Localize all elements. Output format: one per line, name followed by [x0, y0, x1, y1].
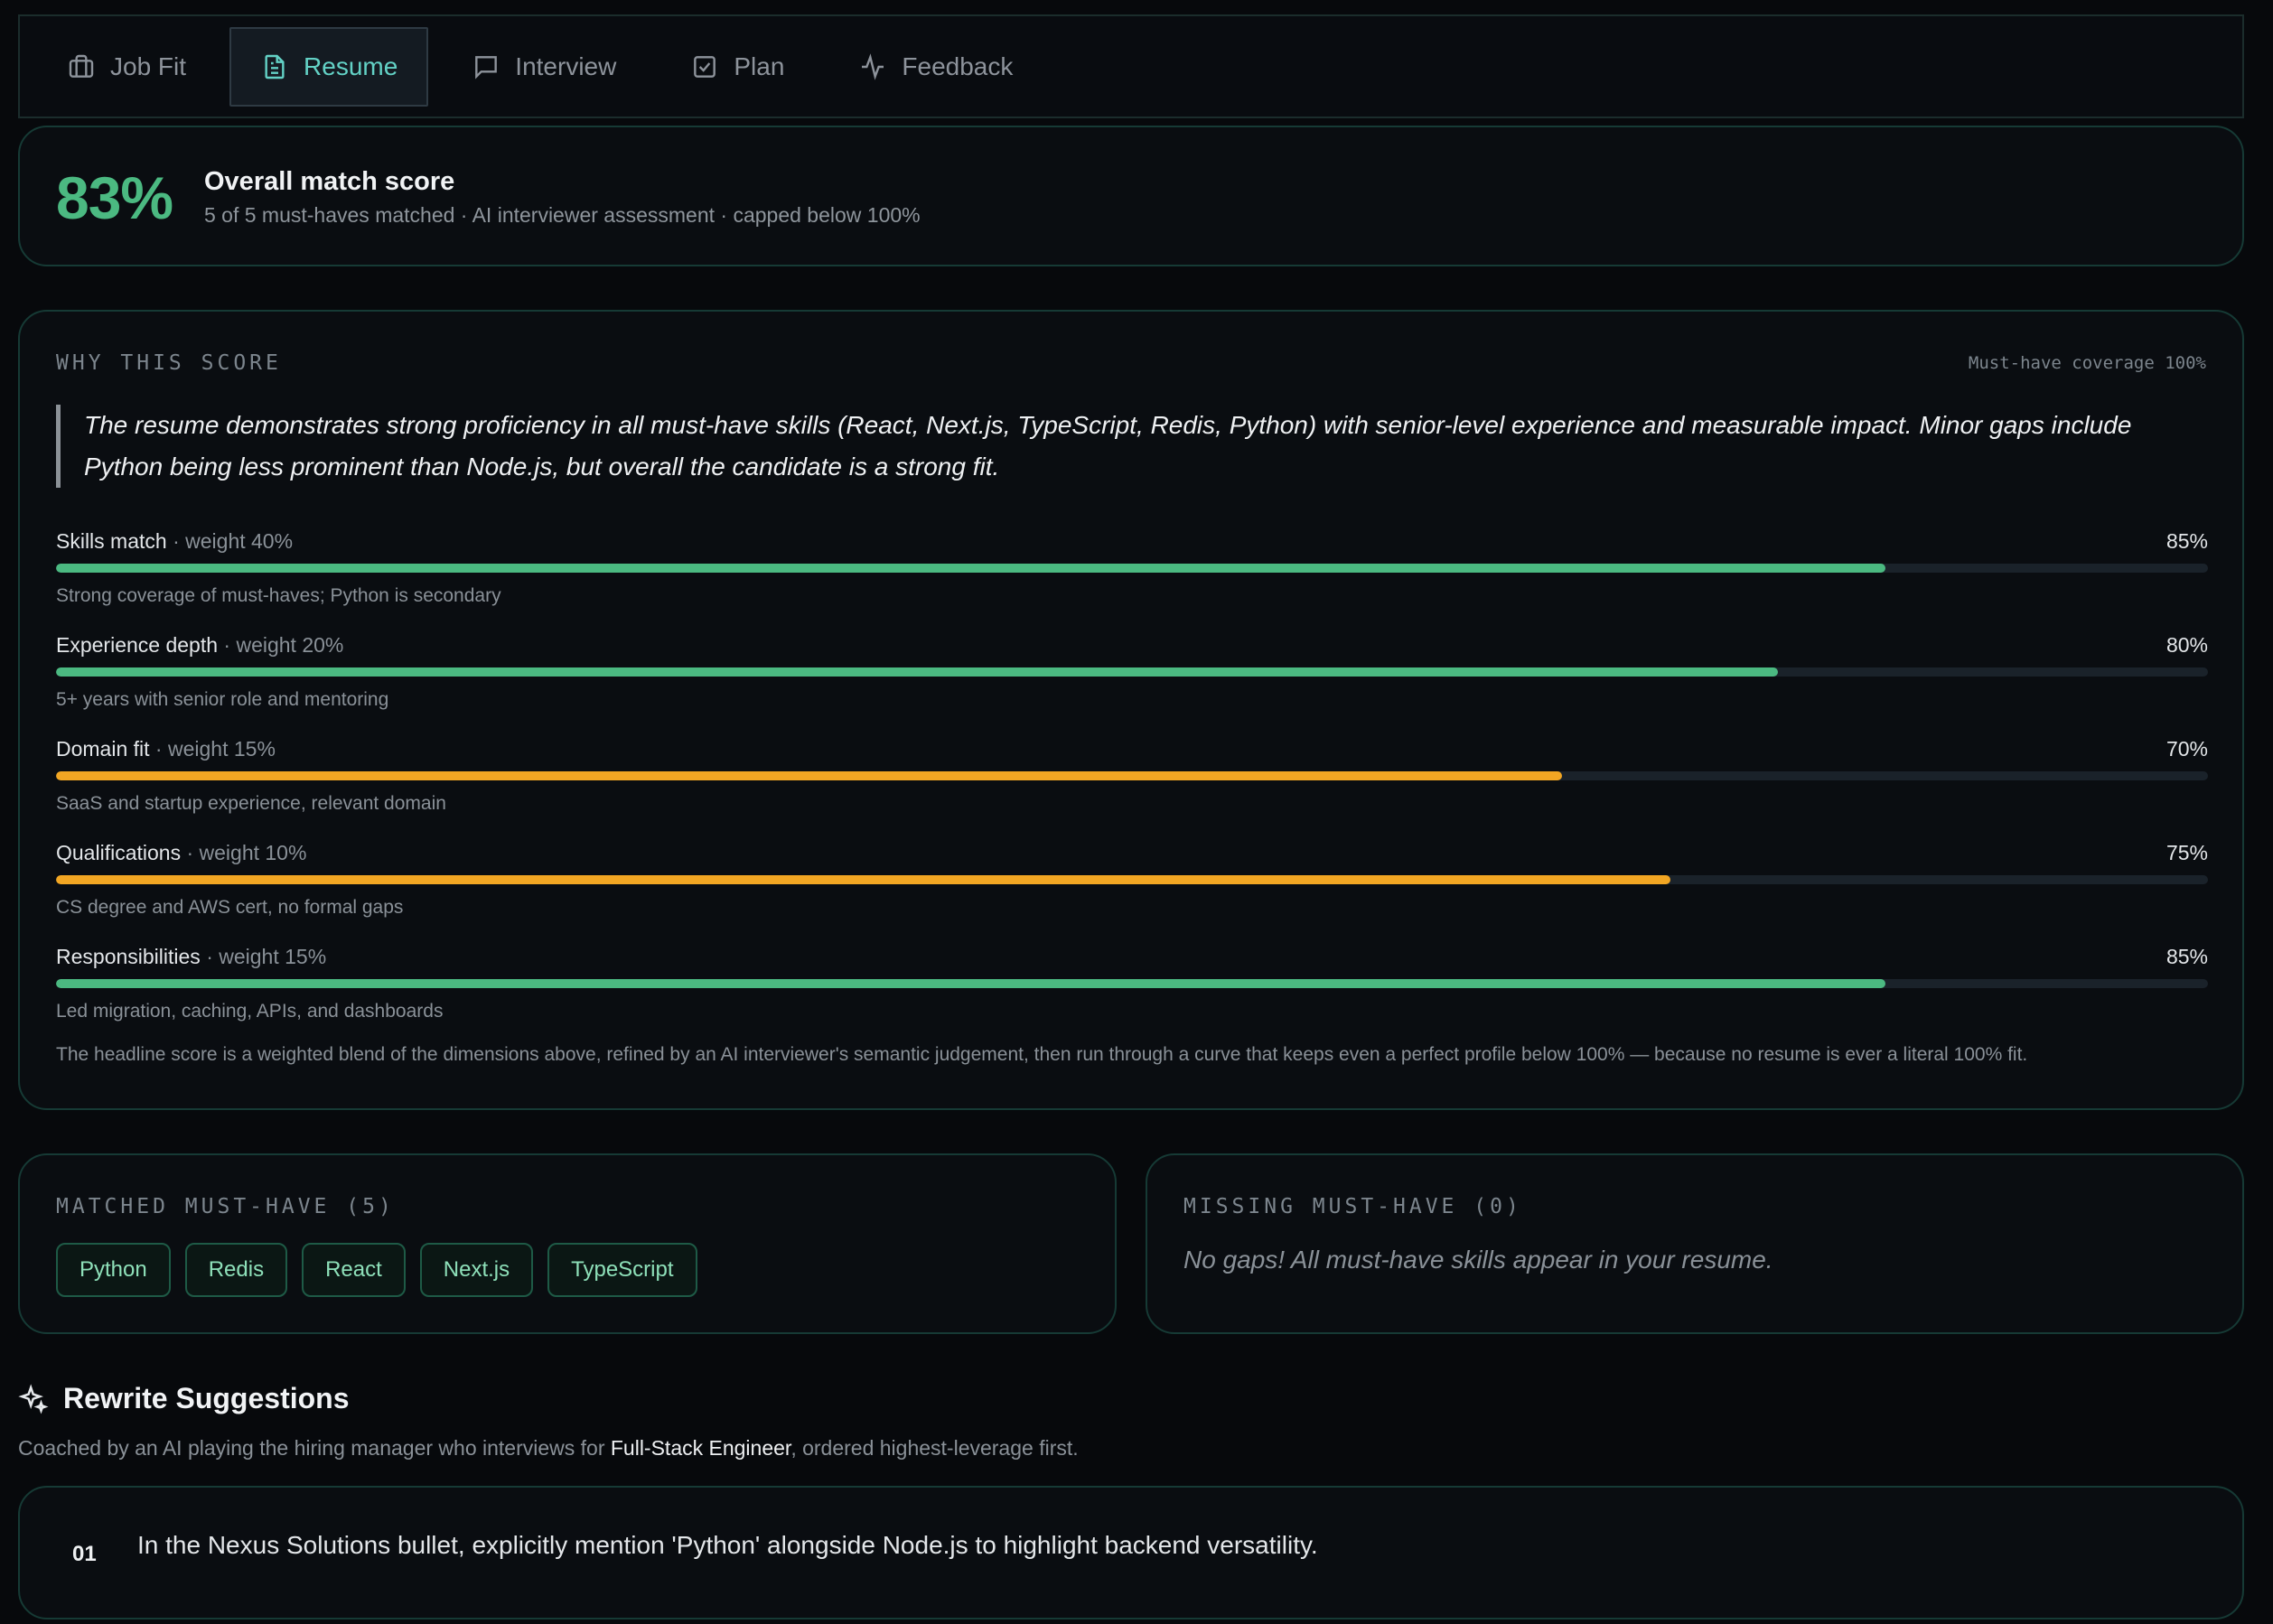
progress-fill: [56, 771, 1563, 780]
tab-label: Interview: [515, 51, 617, 80]
dimension-header: Domain fit · weight 15% 70%: [56, 737, 2208, 764]
role-name: Full-Stack Engineer: [610, 1436, 791, 1460]
overall-score-subtitle: 5 of 5 must-haves matched · AI interview…: [204, 203, 921, 227]
suggestion-text: In the Nexus Solutions bullet, explicitl…: [137, 1531, 1318, 1559]
skill-chip-list: Python Redis React Next.js TypeScript: [56, 1243, 697, 1297]
matched-must-have-card: MATCHED MUST-HAVE (5) Python Redis React…: [18, 1153, 1117, 1334]
dimension-percent: 85%: [2165, 945, 2208, 968]
suggestion-number: 01: [72, 1542, 97, 1566]
section-label: WHY THIS SCORE: [56, 351, 282, 375]
suggestion-card: 01 In the Nexus Solutions bullet, explic…: [18, 1486, 2244, 1619]
rewrite-title: Rewrite Suggestions: [63, 1382, 350, 1414]
dimension-name: Skills match: [56, 529, 167, 553]
score-dimension: Skills match · weight 40% 85% Strong cover…: [56, 529, 2208, 607]
progress-fill: [56, 564, 1885, 573]
dimension-weight: · weight 10%: [181, 841, 307, 864]
dimension-note: 5+ years with senior role and mentoring: [56, 689, 389, 710]
sparkle-icon: [18, 1383, 49, 1414]
tab-plan[interactable]: Plan: [659, 27, 815, 107]
progress-track: [56, 771, 2208, 780]
score-dimension: Qualifications · weight 10% 75% CS degree …: [56, 841, 2208, 919]
rewrite-subtitle: Coached by an AI playing the hiring mana…: [18, 1436, 1079, 1461]
dimension-label: Responsibilities · weight 15%: [56, 945, 326, 972]
tab-bar: Job Fit Resume Interview Plan Feedback: [18, 14, 2244, 118]
overall-score-title: Overall match score: [204, 167, 455, 196]
dimension-label: Experience depth · weight 20%: [56, 633, 343, 660]
progress-fill: [56, 667, 1778, 677]
skill-chip: Redis: [184, 1243, 288, 1297]
skill-chip: Next.js: [419, 1243, 534, 1297]
tab-label: Feedback: [902, 51, 1014, 80]
section-label: MATCHED MUST-HAVE (5): [56, 1195, 395, 1218]
chat-icon: [475, 55, 498, 79]
dimension-name: Qualifications: [56, 841, 182, 864]
tab-label: Resume: [304, 51, 398, 80]
overall-score-card: 83% Overall match score 5 of 5 must-have…: [18, 126, 2244, 266]
dimension-weight: · weight 15%: [149, 737, 276, 761]
progress-track: [56, 979, 2208, 988]
dimension-label: Domain fit · weight 15%: [56, 737, 276, 764]
must-have-coverage: Must-have coverage 100%: [1968, 353, 2206, 373]
tab-label: Plan: [734, 51, 785, 80]
score-dimension: Responsibilities · weight 15% 85% Led migr…: [56, 945, 2208, 1022]
dimension-name: Experience depth: [56, 633, 219, 657]
score-dimension: Domain fit · weight 15% 70% SaaS and start…: [56, 737, 2208, 815]
dimension-label: Skills match · weight 40%: [56, 529, 293, 556]
progress-track: [56, 564, 2208, 573]
document-icon: [265, 54, 285, 79]
dimension-percent: 85%: [2165, 529, 2208, 553]
skill-chip: TypeScript: [547, 1243, 697, 1297]
progress-track: [56, 875, 2208, 884]
missing-must-have-card: MISSING MUST-HAVE (0) No gaps! All must-…: [1146, 1153, 2244, 1334]
dimension-weight: · weight 40%: [166, 529, 294, 553]
tab-interview[interactable]: Interview: [441, 27, 647, 107]
assessment-quote: The resume demonstrates strong proficien…: [56, 405, 2210, 488]
section-label: MISSING MUST-HAVE (0): [1183, 1195, 1522, 1218]
dimension-note: Led migration, caching, APIs, and dashbo…: [56, 1001, 444, 1022]
dimension-name: Domain fit: [56, 737, 150, 761]
dimension-weight: · weight 20%: [218, 633, 344, 657]
overall-score-value: 83%: [56, 164, 173, 231]
skill-chip: Python: [56, 1243, 171, 1297]
tab-job-fit[interactable]: Job Fit: [36, 27, 217, 107]
subtitle-suffix: , ordered highest-leverage first.: [790, 1436, 1079, 1460]
dimension-note: SaaS and startup experience, relevant do…: [56, 793, 446, 814]
progress-fill: [56, 875, 1670, 884]
why-this-score-card: WHY THIS SCORE Must-have coverage 100% T…: [18, 310, 2244, 1110]
score-dimension: Experience depth · weight 20% 80% 5+ years…: [56, 633, 2208, 711]
score-footnote: The headline score is a weighted blend o…: [56, 1044, 2028, 1065]
dimension-weight: · weight 15%: [200, 945, 327, 968]
tab-label: Job Fit: [110, 51, 187, 80]
checkbox-icon: [694, 55, 716, 78]
dimension-name: Responsibilities: [56, 945, 201, 968]
pulse-icon: [862, 52, 884, 80]
dimension-label: Qualifications · weight 10%: [56, 841, 306, 868]
rewrite-suggestions-heading: Rewrite Suggestions: [18, 1382, 350, 1415]
dimension-header: Responsibilities · weight 15% 85%: [56, 945, 2208, 972]
dimension-percent: 80%: [2165, 633, 2208, 657]
progress-fill: [56, 979, 1885, 988]
dimension-note: CS degree and AWS cert, no formal gaps: [56, 897, 404, 918]
tab-resume[interactable]: Resume: [229, 26, 429, 107]
dimension-header: Qualifications · weight 10% 75%: [56, 841, 2208, 868]
progress-track: [56, 667, 2208, 677]
dimension-header: Skills match · weight 40% 85%: [56, 529, 2208, 556]
tab-feedback[interactable]: Feedback: [828, 27, 1043, 107]
no-gaps-message: No gaps! All must-have skills appear in …: [1183, 1246, 1773, 1274]
subtitle-prefix: Coached by an AI playing the hiring mana…: [18, 1436, 611, 1460]
dimension-percent: 70%: [2165, 737, 2208, 761]
briefcase-icon: [69, 54, 94, 78]
skill-chip: React: [302, 1243, 406, 1297]
dimension-header: Experience depth · weight 20% 80%: [56, 633, 2208, 660]
dimension-note: Strong coverage of must-haves; Python is…: [56, 585, 501, 606]
dimension-percent: 75%: [2165, 841, 2208, 864]
